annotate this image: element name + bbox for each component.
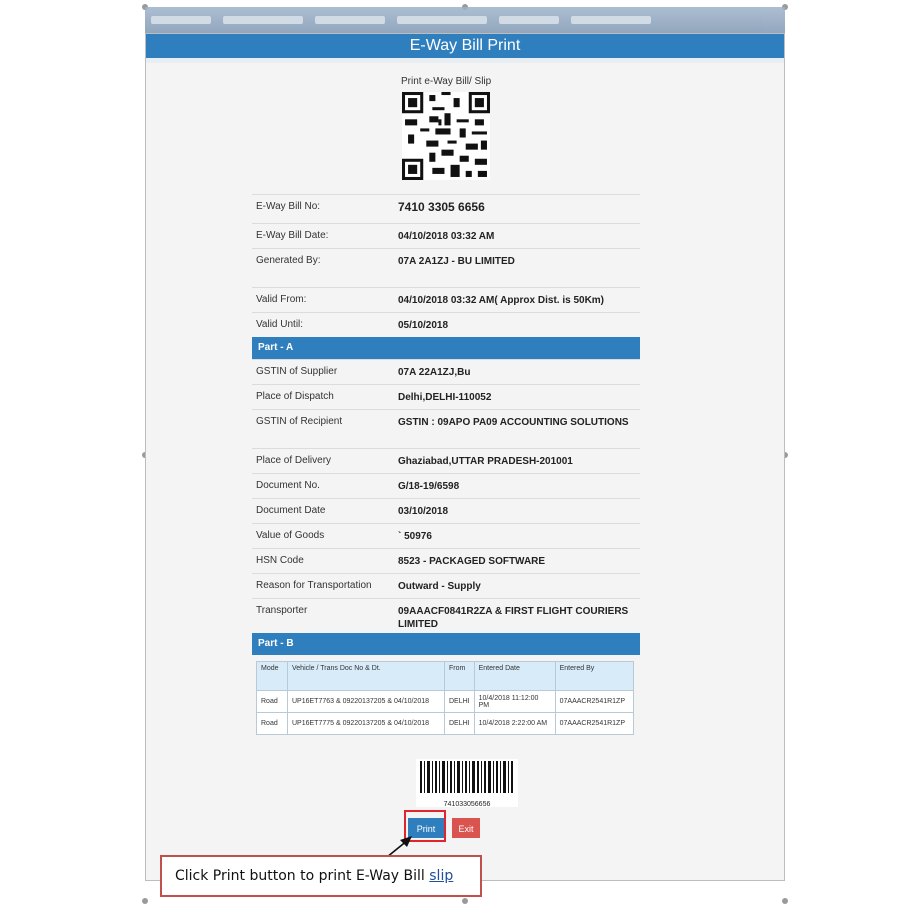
detail-value: 04/10/2018 03:32 AM (398, 231, 495, 242)
detail-label: HSN Code (256, 555, 304, 566)
part-a-row: GSTIN of Recipient GSTIN : 09APO PA09 AC… (252, 409, 640, 448)
detail-label: Valid Until: (256, 319, 304, 330)
detail-value: GSTIN : 09APO PA09 ACCOUNTING SOLUTIONS (398, 417, 629, 428)
column-header: Mode (256, 661, 288, 691)
detail-label: Reason for Transportation (256, 580, 372, 591)
part-a-row: Place of Dispatch Delhi,DELHI-110052 (252, 384, 640, 409)
detail-value: 05/10/2018 (398, 320, 449, 331)
table-cell: UP16ET7763 & 09220137205 & 04/10/2018 (287, 690, 445, 713)
resize-handle[interactable] (142, 898, 148, 904)
detail-label: Place of Delivery (256, 455, 332, 466)
detail-label: Value of Goods (256, 530, 325, 541)
detail-label: Generated By: (256, 255, 321, 266)
instruction-callout: Click Print button to print E-Way Bill s… (160, 855, 482, 897)
detail-value: G/18-19/6598 (398, 481, 460, 492)
column-header: Entered Date (473, 661, 556, 691)
table-header-row: Mode Vehicle / Trans Doc No & Dt. From E… (256, 661, 635, 691)
part-a-row: Value of Goods ` 50976 (252, 523, 640, 548)
part-a-row: Place of Delivery Ghaziabad,UTTAR PRADES… (252, 448, 640, 473)
detail-label: Document No. (256, 480, 320, 491)
detail-value: ` 50976 (398, 531, 432, 542)
detail-row-generated-by: Generated By: 07A 2A1ZJ - BU LIMITED (252, 248, 640, 287)
table-cell: DELHI (444, 690, 475, 713)
detail-label: Transporter (256, 605, 308, 616)
detail-value: Delhi,DELHI-110052 (398, 392, 492, 403)
blurred-browser-tab-bar (145, 7, 785, 33)
detail-value: 04/10/2018 03:32 AM( Approx Dist. is 50K… (398, 295, 605, 306)
bill-details: E-Way Bill No: 7410 3305 6656 E-Way Bill… (252, 194, 640, 735)
part-b-table: Mode Vehicle / Trans Doc No & Dt. From E… (256, 661, 635, 735)
resize-handle[interactable] (782, 898, 788, 904)
exit-button[interactable]: Exit (452, 818, 480, 838)
callout-text: Click Print button to print E-Way Bill (175, 868, 430, 884)
column-header: From (444, 661, 475, 691)
callout-link[interactable]: slip (429, 868, 453, 884)
detail-label: GSTIN of Recipient (256, 416, 343, 427)
detail-value: Outward - Supply (398, 581, 481, 592)
table-cell: 10/4/2018 11:12:00 PM (473, 690, 556, 713)
detail-label: Valid From: (256, 294, 307, 305)
detail-row-bill-date: E-Way Bill Date: 04/10/2018 03:32 AM (252, 223, 640, 248)
detail-value: 07A 2A1ZJ - BU LIMITED (398, 256, 515, 267)
part-b-header: Part - B (252, 633, 640, 655)
detail-row-valid-until: Valid Until: 05/10/2018 (252, 312, 640, 337)
detail-value: 03/10/2018 (398, 506, 449, 517)
part-a-row: Reason for Transportation Outward - Supp… (252, 573, 640, 598)
detail-row-bill-no: E-Way Bill No: 7410 3305 6656 (252, 194, 640, 223)
detail-row-valid-from: Valid From: 04/10/2018 03:32 AM( Approx … (252, 287, 640, 312)
detail-value: 09AAACF0841R2ZA & FIRST FLIGHT COURIERS … (398, 606, 629, 630)
part-a-row: HSN Code 8523 - PACKAGED SOFTWARE (252, 548, 640, 573)
barcode-icon: 741033056656 (416, 759, 518, 808)
part-a-header: Part - A (252, 337, 640, 359)
part-a-row: Document Date 03/10/2018 (252, 498, 640, 523)
detail-value: 8523 - PACKAGED SOFTWARE (398, 556, 546, 567)
detail-value: 07A 22A1ZJ,Bu (398, 367, 471, 378)
detail-label: Place of Dispatch (256, 391, 334, 402)
eway-bill-number: 7410 3305 6656 (398, 200, 485, 214)
barcode-number: 741033056656 (443, 801, 491, 808)
table-cell: Road (256, 712, 288, 735)
barcode-bars (420, 761, 513, 793)
table-cell: 07AAACR2541R1ZP (554, 712, 635, 735)
table-cell: 10/4/2018 2:22:00 AM (473, 712, 556, 735)
table-cell: Road (256, 690, 288, 713)
column-header: Vehicle / Trans Doc No & Dt. (287, 661, 445, 691)
header-divider (146, 58, 784, 63)
detail-label: GSTIN of Supplier (256, 366, 338, 377)
page-title: E-Way Bill Print (146, 34, 784, 58)
part-a-row: Document No. G/18-19/6598 (252, 473, 640, 498)
eway-bill-page: E-Way Bill Print Print e-Way Bill/ Slip … (145, 33, 785, 881)
detail-value: Ghaziabad,UTTAR PRADESH-201001 (398, 456, 573, 467)
table-cell: UP16ET7775 & 09220137205 & 04/10/2018 (287, 712, 445, 735)
table-cell: 07AAACR2541R1ZP (554, 690, 635, 713)
column-header: Entered By (554, 661, 635, 691)
detail-label: Document Date (256, 505, 326, 516)
table-cell: DELHI (444, 712, 475, 735)
resize-handle[interactable] (462, 898, 468, 904)
qr-code-icon (402, 92, 490, 180)
table-row: Road UP16ET7763 & 09220137205 & 04/10/20… (256, 690, 635, 713)
detail-label: E-Way Bill Date: (256, 230, 329, 241)
table-row: Road UP16ET7775 & 09220137205 & 04/10/20… (256, 712, 635, 735)
part-a-row: GSTIN of Supplier 07A 22A1ZJ,Bu (252, 359, 640, 384)
part-a-row: Transporter 09AAACF0841R2ZA & FIRST FLIG… (252, 598, 640, 633)
detail-label: E-Way Bill No: (256, 201, 321, 212)
slip-caption: Print e-Way Bill/ Slip (401, 76, 492, 87)
